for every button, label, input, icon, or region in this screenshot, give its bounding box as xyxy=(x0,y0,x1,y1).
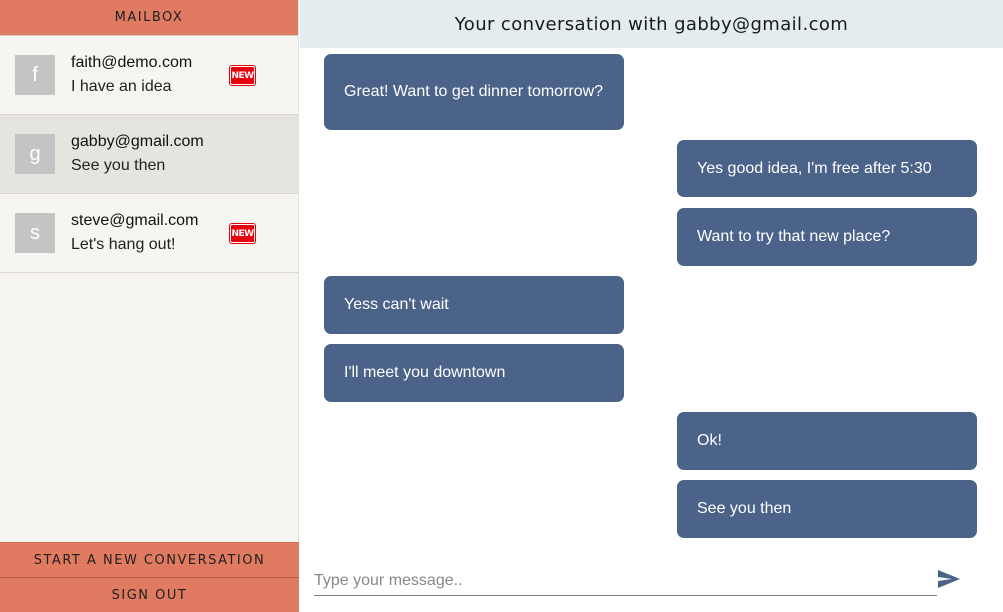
conversation-list: f faith@demo.com I have an idea NEW g ga… xyxy=(0,36,298,273)
conversation-text: steve@gmail.com Let's hang out! xyxy=(71,211,198,255)
sign-out-button[interactable]: SIGN OUT xyxy=(0,577,299,612)
mailbox-title: MAILBOX xyxy=(0,0,298,36)
conversation-header: Your conversation with gabby@gmail.com xyxy=(300,0,1003,48)
message-composer xyxy=(300,558,1003,612)
conversation-email: steve@gmail.com xyxy=(71,212,199,229)
message-bubble-sent: Want to try that new place? xyxy=(677,208,977,266)
message-input[interactable] xyxy=(314,566,937,596)
conversation-text: gabby@gmail.com See you then xyxy=(71,132,204,176)
conversation-preview: I have an idea xyxy=(71,78,172,95)
avatar: f xyxy=(15,55,55,95)
conversation-email: faith@demo.com xyxy=(71,54,193,71)
send-button[interactable] xyxy=(936,566,962,592)
start-new-conversation-button[interactable]: START A NEW CONVERSATION xyxy=(0,542,299,577)
sidebar-footer: START A NEW CONVERSATION SIGN OUT xyxy=(0,542,299,612)
avatar: s xyxy=(15,213,55,253)
chat-app: MAILBOX f faith@demo.com I have an idea … xyxy=(0,0,1003,612)
conversation-item-faith[interactable]: f faith@demo.com I have an idea NEW xyxy=(0,36,298,115)
sidebar: MAILBOX f faith@demo.com I have an idea … xyxy=(0,0,299,612)
message-bubble-sent: Ok! xyxy=(677,412,977,470)
message-bubble-received: I'll meet you downtown xyxy=(324,344,624,402)
new-badge: NEW xyxy=(230,66,255,85)
conversation-email: gabby@gmail.com xyxy=(71,133,204,150)
conversation-panel: Your conversation with gabby@gmail.com G… xyxy=(300,0,1003,612)
conversation-preview: See you then xyxy=(71,157,166,174)
send-icon xyxy=(938,570,960,588)
message-bubble-sent: See you then xyxy=(677,480,977,538)
conversation-item-gabby[interactable]: g gabby@gmail.com See you then xyxy=(0,115,298,194)
conversation-preview: Let's hang out! xyxy=(71,236,176,253)
message-bubble-received: Yess can't wait xyxy=(324,276,624,334)
message-bubble-received: Great! Want to get dinner tomorrow? xyxy=(324,54,624,130)
message-bubble-sent: Yes good idea, I'm free after 5:30 xyxy=(677,140,977,197)
new-badge: NEW xyxy=(230,224,255,243)
avatar: g xyxy=(15,134,55,174)
conversation-text: faith@demo.com I have an idea xyxy=(71,53,192,97)
conversation-item-steve[interactable]: s steve@gmail.com Let's hang out! NEW xyxy=(0,194,298,273)
message-thread: Great! Want to get dinner tomorrow? Yes … xyxy=(300,48,1003,558)
